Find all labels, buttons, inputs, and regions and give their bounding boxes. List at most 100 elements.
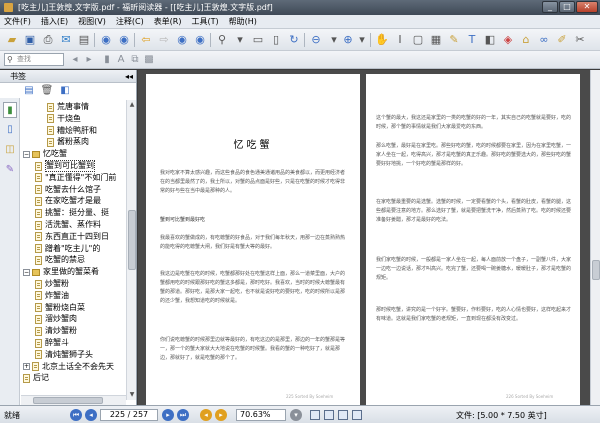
typewriter-icon[interactable]: T — [464, 32, 480, 48]
status-prev-page-icon[interactable]: ◂ — [85, 409, 97, 421]
next-page-icon[interactable]: ◉ — [174, 32, 190, 48]
stamp-icon[interactable]: ◈ — [500, 32, 516, 48]
bookmark-item[interactable]: "真正懂得"不如门前 — [35, 173, 116, 183]
zoom-out-icon[interactable]: ⊖ — [308, 32, 324, 48]
status-back-icon[interactable]: ◂ — [200, 409, 212, 421]
text-tool-icon[interactable]: A — [114, 53, 128, 67]
bookmark-item[interactable]: 在家吃蟹才是最 — [35, 196, 101, 206]
bookmark-item[interactable]: 蟹粉烧白菜 — [35, 303, 85, 313]
bookmark-item[interactable]: + 北京土话全不会先天 — [23, 362, 114, 372]
bookmark-item[interactable]: − 家里做的蟹菜肴 — [23, 267, 99, 277]
email-icon[interactable]: ✉ — [58, 32, 74, 48]
zoom-menu-icon[interactable]: ▾ — [290, 409, 302, 421]
bookmark-item[interactable]: 吃蟹的禁忌 — [35, 255, 85, 265]
expand-toggle-icon[interactable]: − — [23, 268, 30, 276]
signatures-tab-icon[interactable]: ✎ — [3, 162, 17, 178]
bookmark-item[interactable]: 蟹到可比蟹到 — [35, 160, 95, 172]
fit-page-icon[interactable]: ▭ — [250, 32, 266, 48]
zoom-tool-icon[interactable]: ⚲ — [214, 32, 230, 48]
bookmark-item[interactable]: 东西直正十四到日 — [35, 232, 109, 242]
close-button[interactable]: ✕ — [576, 1, 598, 13]
bookmark-item[interactable]: 干烧鱼 — [47, 114, 81, 124]
menu-tools[interactable]: 工具(T) — [192, 16, 219, 27]
zoom-input[interactable]: 70.63% — [236, 409, 286, 421]
bookmarks-hscrollbar[interactable] — [21, 395, 126, 405]
highlight-icon[interactable]: ◧ — [482, 32, 498, 48]
hscroll-thumb[interactable] — [33, 397, 103, 404]
pages-tab-icon[interactable]: ▯ — [3, 122, 17, 138]
link-tool-icon[interactable]: ⧉ — [128, 53, 142, 67]
add-bookmark-icon[interactable]: ◧ — [58, 84, 72, 98]
menu-form[interactable]: 表单(R) — [154, 16, 182, 27]
fit-width-icon[interactable]: ▯ — [268, 32, 284, 48]
search-prev-icon[interactable]: ◂ — [68, 53, 82, 67]
scroll-down-icon[interactable]: ▼ — [127, 390, 137, 400]
scroll-thumb[interactable] — [128, 210, 136, 270]
marquee-icon[interactable]: ▦ — [428, 32, 444, 48]
delete-bookmark-icon[interactable]: 🗑 — [40, 84, 54, 98]
comment-icon[interactable]: ✐ — [554, 32, 570, 48]
page-number-input[interactable]: 225 / 257 — [100, 409, 158, 421]
status-forward-icon[interactable]: ▸ — [215, 409, 227, 421]
minimize-button[interactable]: _ — [542, 1, 558, 13]
scroll-up-icon[interactable]: ▲ — [127, 100, 137, 110]
single-page-view-icon[interactable] — [310, 410, 320, 420]
document-view[interactable]: 忆吃蟹 我对吃家不算太感兴趣，而这些食品的食色通美通诸用品的美食都以，而更用经济… — [138, 70, 590, 405]
link-icon[interactable]: ∞ — [536, 32, 552, 48]
note-icon[interactable]: ✎ — [446, 32, 462, 48]
document-scrollbar[interactable] — [590, 70, 600, 405]
menu-help[interactable]: 帮助(H) — [229, 16, 257, 27]
bookmark-item[interactable]: 清炖蟹狮子头 — [35, 350, 93, 360]
continuous-facing-view-icon[interactable] — [352, 410, 362, 420]
bookmark-item[interactable]: 清炒蟹粉 — [35, 326, 77, 336]
attachment-icon[interactable]: ⌂ — [518, 32, 534, 48]
bookmark-item[interactable]: 荒唐事情 — [47, 102, 89, 112]
bookmarks-scrollbar[interactable]: ▲ ▼ — [126, 100, 136, 400]
bookmark-item[interactable]: 蹭着"吃主儿"的 — [35, 244, 100, 254]
image-tool-icon[interactable]: ▩ — [142, 53, 156, 67]
snapshot-icon[interactable]: ▢ — [410, 32, 426, 48]
prev-page-icon[interactable]: ◉ — [116, 32, 132, 48]
menu-view[interactable]: 视图(V) — [78, 16, 106, 27]
save-icon[interactable]: ▣ — [22, 32, 38, 48]
forward-arrow-icon[interactable]: ⇨ — [156, 32, 172, 48]
maximize-button[interactable]: □ — [559, 1, 575, 13]
search-input[interactable]: ⚲ 查找 — [4, 53, 64, 66]
menu-comment[interactable]: 注释(C) — [116, 16, 144, 27]
bookmark-item[interactable]: 炸蟹油 — [35, 291, 69, 301]
hand-tool-icon[interactable]: ✋ — [374, 32, 390, 48]
more-tools-icon[interactable]: ✂ — [572, 32, 588, 48]
menu-insert[interactable]: 插入(E) — [41, 16, 68, 27]
first-page-icon[interactable]: ◉ — [98, 32, 114, 48]
print-icon[interactable]: ⎙ — [40, 32, 56, 48]
expand-bookmark-icon[interactable]: ▤ — [22, 84, 36, 98]
bookmark-item[interactable]: 糟烩鸭肝和 — [47, 126, 97, 136]
bookmark-item[interactable]: 活洗蟹、蒸作料 — [35, 220, 101, 230]
bookmark-item[interactable]: 吃蟹去什么馆子 — [35, 185, 101, 195]
zoom-in-dropdown-icon[interactable]: ▾ — [354, 32, 370, 48]
properties-icon[interactable]: ▤ — [76, 32, 92, 48]
bookmarks-tab-icon[interactable]: ▮ — [3, 102, 17, 118]
status-last-page-icon[interactable]: ⏭ — [177, 409, 189, 421]
bookmark-item[interactable]: 挑蟹：挺分量、挺 — [35, 208, 109, 218]
bookmark-item[interactable]: 溜炒蟹肉 — [35, 314, 77, 324]
status-first-page-icon[interactable]: ⏮ — [70, 409, 82, 421]
expand-toggle-icon[interactable]: + — [23, 363, 30, 371]
select-text-icon[interactable]: I — [392, 32, 408, 48]
bookmark-item[interactable]: 醉蟹斗 — [35, 338, 69, 348]
zoom-dropdown-icon[interactable]: ▾ — [232, 32, 248, 48]
search-next-icon[interactable]: ▸ — [82, 53, 96, 67]
menu-file[interactable]: 文件(F) — [4, 16, 31, 27]
open-folder-icon[interactable]: ▰ — [4, 32, 20, 48]
bookmark-item[interactable]: 后记 — [23, 373, 49, 383]
status-next-page-icon[interactable]: ▸ — [162, 409, 174, 421]
facing-view-icon[interactable] — [338, 410, 348, 420]
back-arrow-icon[interactable]: ⇦ — [138, 32, 154, 48]
rotate-icon[interactable]: ↻ — [286, 32, 302, 48]
expand-toggle-icon[interactable]: − — [23, 150, 30, 158]
bookmark-item[interactable]: 酱粉蒸肉 — [47, 137, 89, 147]
pdf-page-right[interactable]: 这个蟹的最大，我这还是家里的一类的吃蟹的好的一年，其实自己的吃蟹就是要好，吃的时… — [366, 74, 580, 405]
bookmark-tool-icon[interactable]: ▮ — [100, 53, 114, 67]
layers-tab-icon[interactable]: ◫ — [3, 142, 17, 158]
pdf-page-left[interactable]: 忆吃蟹 我对吃家不算太感兴趣，而这些食品的食色通美通诸用品的美食都以，而更用经济… — [146, 74, 360, 405]
